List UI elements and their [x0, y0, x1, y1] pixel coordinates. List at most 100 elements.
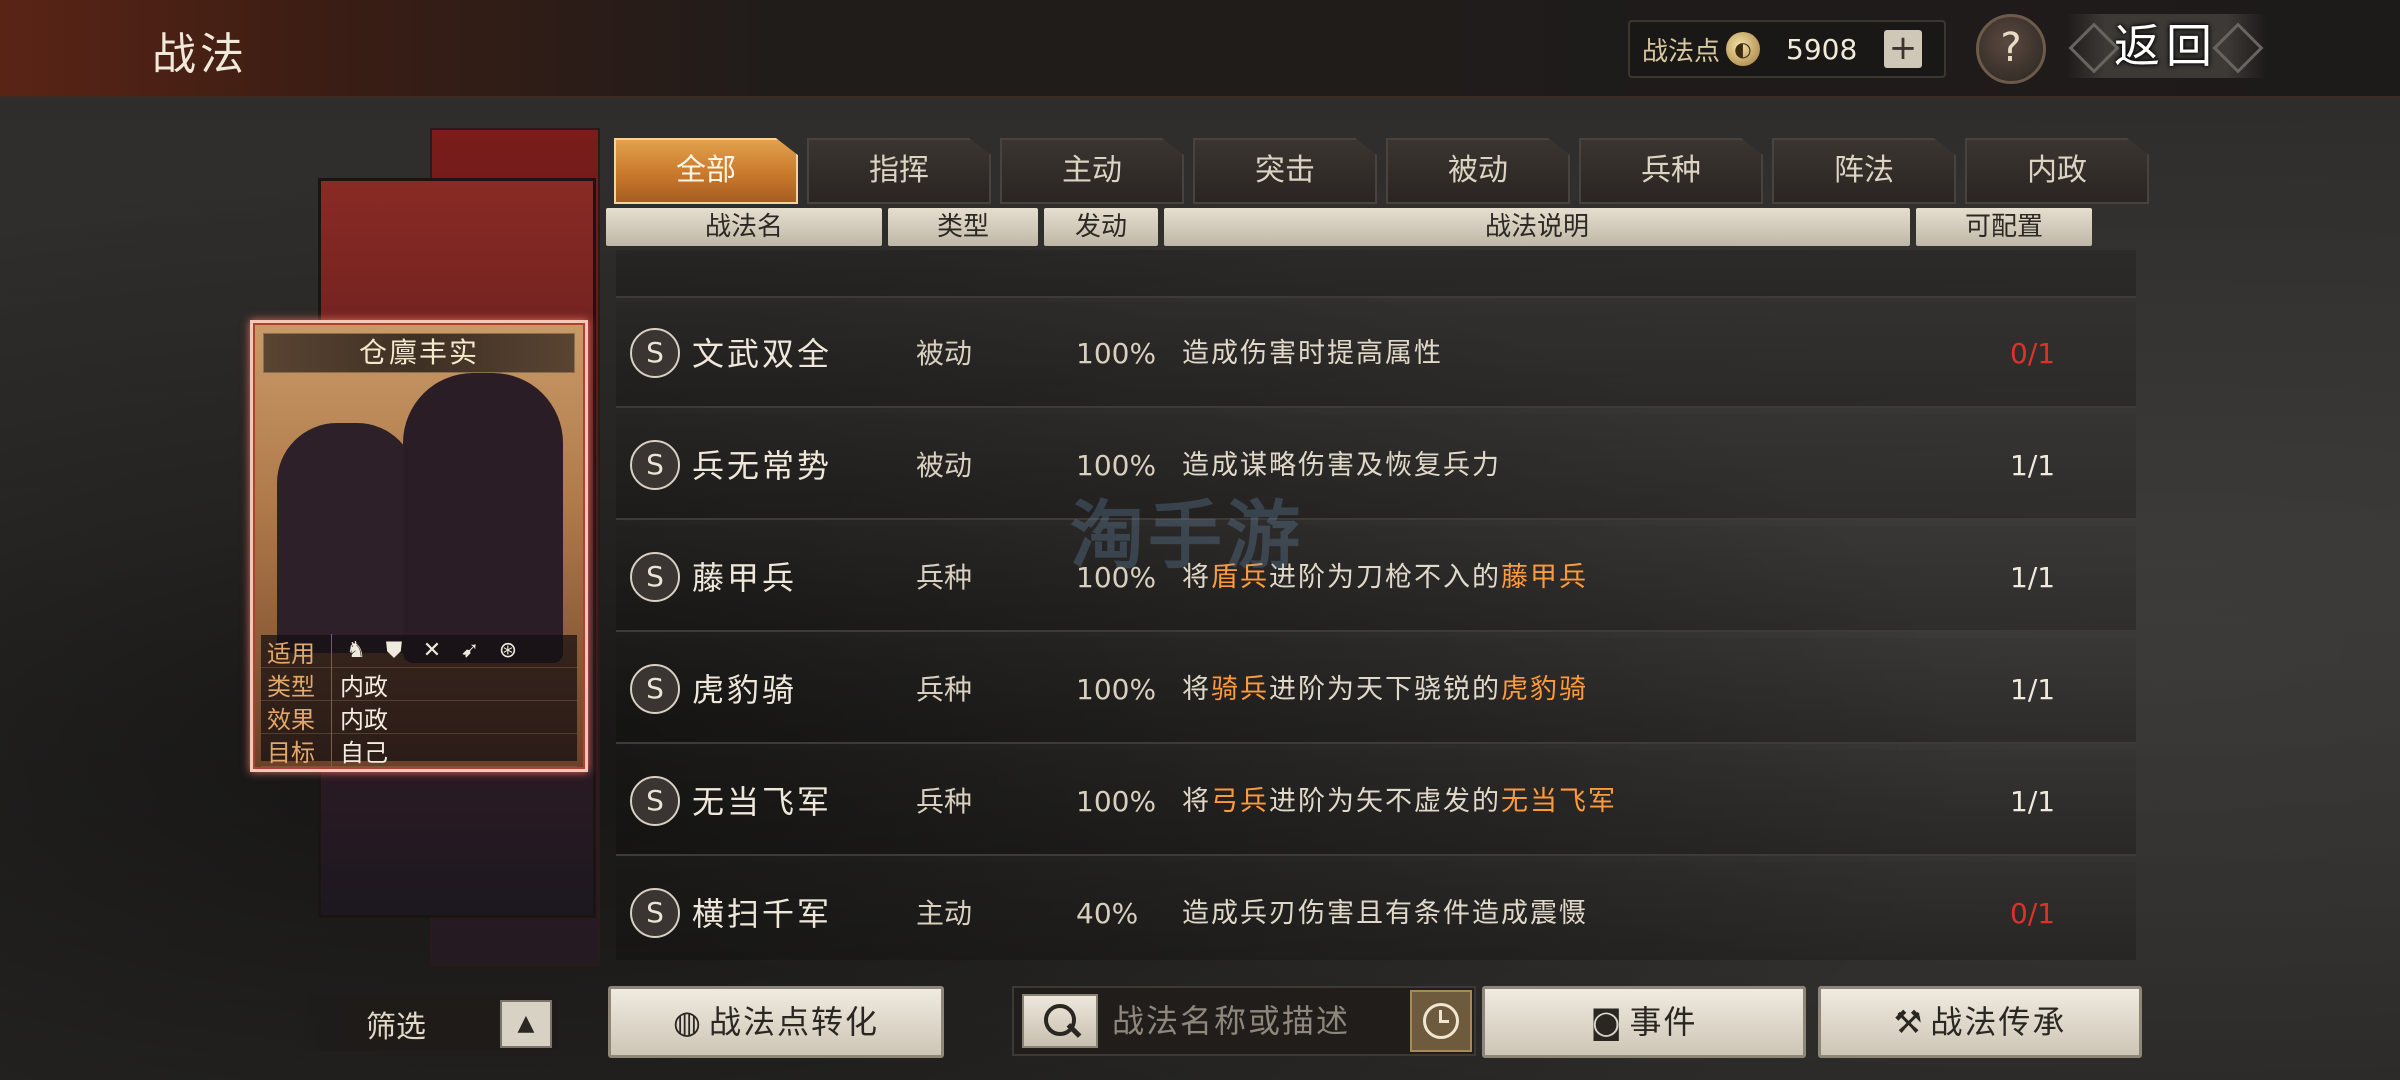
convert-points-button[interactable]: ◍ 战法点转化	[608, 986, 944, 1058]
tactic-point-coin-icon: ◐	[1726, 32, 1761, 66]
column-header-name[interactable]: 战法名	[606, 208, 882, 246]
search-box	[1012, 986, 1476, 1056]
tactic-type: 兵种	[916, 561, 973, 594]
info-value: 内政	[340, 705, 388, 734]
category-tabs: 全部 指挥 主动 突击 被动 兵种 阵法 内政	[614, 138, 2158, 204]
config-count: 1/1	[2010, 449, 2056, 482]
desc-text: 造成兵刃伤害且有条件造成震慑	[1182, 898, 1588, 929]
tactic-inherit-button[interactable]: ⚒ 战法传承	[1818, 986, 2142, 1058]
tab-assault[interactable]: 突击	[1193, 138, 1377, 204]
add-points-button[interactable]: +	[1884, 30, 1923, 68]
desc-text: 进阶为矢不虚发的	[1269, 786, 1501, 817]
rank-s-badge: S	[630, 888, 680, 938]
tactics-list[interactable]: S 文武双全 被动 100% 造成伤害时提高属性 0/1 S 兵无常势 被动 1…	[606, 250, 2140, 960]
tactic-rate: 100%	[1076, 785, 1157, 818]
spear-icon: ➹	[460, 638, 480, 663]
cavalry-icon: ♞	[346, 638, 366, 663]
info-value: 内政	[340, 672, 388, 701]
back-label: 返回	[2114, 19, 2218, 73]
table-row[interactable]: S 兵无常势 被动 100% 造成谋略伤害及恢复兵力 1/1	[616, 414, 2136, 520]
hammer-icon: ⚒	[1893, 1003, 1925, 1041]
clock-hand	[1439, 1020, 1449, 1023]
points-coin-icon: ◍	[673, 1003, 703, 1041]
info-value: 自己	[340, 738, 388, 767]
search-button[interactable]	[1022, 994, 1098, 1048]
config-count: 0/1	[2010, 337, 2056, 370]
desc-highlight: 藤甲兵	[1501, 562, 1588, 593]
desc-highlight: 无当飞军	[1501, 786, 1617, 817]
tactic-type: 被动	[916, 449, 973, 482]
table-row[interactable]: S 无当飞军 兵种 100% 将弓兵进阶为矢不虚发的无当飞军 1/1	[616, 750, 2136, 856]
tactic-rate: 100%	[1076, 673, 1157, 706]
tactic-rate: 100%	[1076, 337, 1157, 370]
tab-active[interactable]: 主动	[1000, 138, 1184, 204]
tab-command[interactable]: 指挥	[807, 138, 991, 204]
tactic-type: 兵种	[916, 785, 973, 818]
column-header-description[interactable]: 战法说明	[1164, 208, 1910, 246]
desc-text: 造成伤害时提高属性	[1182, 338, 1443, 369]
back-ornament-left-icon	[2068, 22, 2120, 74]
troop-type-icons: ♞ ⛊ ✕ ➹ ⊛	[332, 639, 520, 663]
info-key: 目标	[261, 732, 332, 768]
tactic-name: 虎豹骑	[692, 671, 798, 709]
tactic-name: 文武双全	[692, 335, 833, 373]
table-row[interactable]: S 横扫千军 主动 40% 造成兵刃伤害且有条件造成震慑 0/1	[616, 862, 2136, 960]
event-button[interactable]: ◙ 事件	[1482, 986, 1806, 1058]
points-value: 5908	[1786, 32, 1858, 66]
tactic-type: 主动	[916, 897, 973, 930]
top-bar: 战法 战法点 ◐ 5908 + ? 返回	[0, 0, 2400, 98]
tactic-name: 无当飞军	[692, 783, 833, 821]
watermark: 淘手游	[1070, 493, 1304, 579]
card-figure-art	[277, 423, 417, 653]
card-info-panel: 适用 ♞ ⛊ ✕ ➹ ⊛ 类型 内政 效果 内政 目标 自己	[261, 633, 577, 768]
desc-highlight: 弓兵	[1211, 786, 1269, 817]
card-info-row-applicable: 适用 ♞ ⛊ ✕ ➹ ⊛	[261, 633, 577, 669]
config-count: 1/1	[2010, 673, 2056, 706]
column-header-rate[interactable]: 发动	[1044, 208, 1158, 246]
help-button[interactable]: ?	[1976, 14, 2046, 84]
tab-formation[interactable]: 阵法	[1772, 138, 1956, 204]
table-row[interactable]: S 虎豹骑 兵种 100% 将骑兵进阶为天下骁锐的虎豹骑 1/1	[616, 638, 2136, 744]
desc-text: 将	[1182, 786, 1211, 817]
selected-tactic-card[interactable]: 仓廪丰实 适用 ♞ ⛊ ✕ ➹ ⊛ 类型 内政 效果 内政 目标 自己	[250, 320, 588, 772]
convert-points-label: 战法点转化	[708, 1003, 879, 1041]
tab-passive[interactable]: 被动	[1386, 138, 1570, 204]
column-header-configurable[interactable]: 可配置	[1916, 208, 2092, 246]
tab-internal-affairs[interactable]: 内政	[1965, 138, 2149, 204]
bow-icon: ✕	[422, 638, 442, 663]
table-row[interactable]: S 文武双全 被动 100% 造成伤害时提高属性 0/1	[616, 302, 2136, 408]
filter-area: 筛选 ▲	[294, 994, 558, 1050]
desc-text: 将	[1182, 674, 1211, 705]
table-row[interactable]: S 藤甲兵 兵种 100% 将盾兵进阶为刀枪不入的藤甲兵 1/1	[616, 526, 2136, 632]
config-count: 1/1	[2010, 785, 2056, 818]
history-clock-button[interactable]	[1410, 990, 1472, 1052]
info-key: 适用	[261, 633, 332, 669]
card-figure-art	[403, 373, 563, 663]
alert-icon: ◙	[1590, 1003, 1624, 1041]
filter-toggle-button[interactable]: ▲	[500, 1000, 552, 1048]
page-title: 战法	[152, 29, 248, 80]
column-header-type[interactable]: 类型	[888, 208, 1038, 246]
desc-highlight: 骑兵	[1211, 674, 1269, 705]
back-button[interactable]: 返回	[2066, 14, 2266, 78]
tactic-rate: 40%	[1076, 897, 1139, 930]
config-count: 0/1	[2010, 897, 2056, 930]
back-ornament-right-icon	[2212, 22, 2264, 74]
table-header: 战法名 类型 发动 战法说明 可配置	[606, 208, 2098, 246]
card-info-row-type: 类型 内政	[261, 666, 577, 702]
rank-s-badge: S	[630, 440, 680, 490]
shield-icon: ⛊	[385, 638, 403, 663]
rank-s-badge: S	[630, 552, 680, 602]
tab-all[interactable]: 全部	[614, 138, 798, 204]
tactic-name: 横扫千军	[692, 895, 833, 933]
points-label: 战法点	[1642, 36, 1721, 67]
tactic-description: 造成兵刃伤害且有条件造成震慑	[1182, 862, 1588, 960]
tactic-name: 兵无常势	[692, 447, 833, 485]
tactic-type: 被动	[916, 337, 973, 370]
tab-troop[interactable]: 兵种	[1579, 138, 1763, 204]
card-info-row-effect: 效果 内政	[261, 699, 577, 735]
rank-s-badge: S	[630, 328, 680, 378]
filter-label[interactable]: 筛选	[366, 1002, 426, 1046]
wheel-icon: ⊛	[498, 638, 518, 663]
inherit-label: 战法传承	[1930, 1003, 2067, 1041]
